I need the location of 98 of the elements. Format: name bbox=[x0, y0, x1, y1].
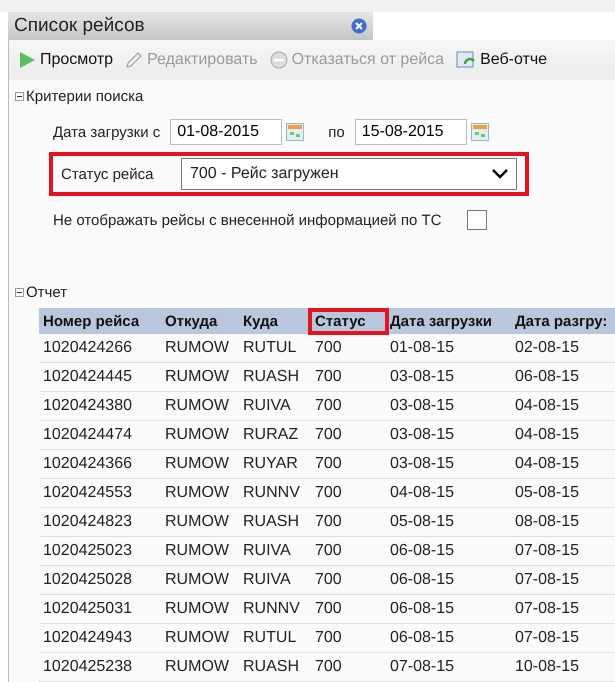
table-cell: 1020424445 bbox=[39, 362, 161, 392]
table-cell: RUMOW bbox=[161, 478, 239, 508]
table-cell: 1020424943 bbox=[39, 624, 161, 652]
table-cell: 700 bbox=[311, 450, 386, 478]
table-cell: 700 bbox=[311, 508, 386, 536]
chevron-down-icon bbox=[492, 169, 508, 179]
table-cell: RURAZ bbox=[239, 420, 311, 450]
column-header[interactable]: Куда bbox=[239, 310, 311, 332]
table-cell: 07-08-15 bbox=[511, 624, 615, 652]
table-cell: 1020424366 bbox=[39, 450, 161, 478]
toolbar-button[interactable]: Веб-отче bbox=[453, 48, 550, 72]
table-cell: 05-08-15 bbox=[386, 508, 511, 536]
table-cell: 700 bbox=[311, 420, 386, 450]
table-cell: 700 bbox=[311, 362, 386, 392]
section-title: Отчет bbox=[26, 284, 68, 300]
table-cell: 07-08-15 bbox=[386, 652, 511, 682]
table-cell: RUMOW bbox=[161, 334, 239, 362]
table-cell: 07-08-15 bbox=[511, 594, 615, 624]
column-header[interactable]: Номер рейса bbox=[39, 310, 161, 332]
field-label: по bbox=[328, 124, 345, 140]
table-cell: RUASH bbox=[239, 652, 311, 682]
table-cell: 1020425031 bbox=[39, 594, 161, 624]
checkbox[interactable] bbox=[467, 210, 488, 230]
table-cell: 700 bbox=[311, 478, 386, 508]
column-header[interactable]: Откуда bbox=[161, 310, 239, 332]
toolbar-button[interactable]: Просмотр bbox=[15, 49, 116, 71]
table-cell: RUMOW bbox=[161, 536, 239, 566]
table-cell: 1020424266 bbox=[39, 334, 161, 362]
table-cell: 700 bbox=[311, 624, 386, 652]
table-cell: 1020425023 bbox=[39, 536, 161, 566]
table-cell: 1020424553 bbox=[39, 478, 161, 508]
table-cell: RUMOW bbox=[161, 652, 239, 682]
report-icon bbox=[456, 50, 476, 70]
table-cell: 02-08-15 bbox=[511, 334, 615, 362]
table-cell: 1020425238 bbox=[39, 652, 161, 682]
table-cell: RUMOW bbox=[161, 362, 239, 392]
table-cell: 1020424823 bbox=[39, 508, 161, 536]
table-cell: RUIVA bbox=[239, 566, 311, 594]
table-cell: 03-08-15 bbox=[386, 450, 511, 478]
table-cell: RUMOW bbox=[161, 392, 239, 420]
table-cell: 03-08-15 bbox=[386, 392, 511, 420]
table-cell: 1020424474 bbox=[39, 420, 161, 450]
table-cell: 03-08-15 bbox=[386, 362, 511, 392]
column-header[interactable]: Дата загрузки bbox=[386, 310, 511, 332]
table-cell: 1020424380 bbox=[39, 392, 161, 420]
table-cell: 06-08-15 bbox=[386, 594, 511, 624]
table-cell: 04-08-15 bbox=[511, 450, 615, 478]
collapse-toggle-icon[interactable] bbox=[15, 288, 24, 296]
status-dropdown[interactable]: 700 - Рейс загружен bbox=[181, 158, 517, 190]
date-field[interactable]: 15-08-2015 bbox=[354, 119, 467, 145]
table-cell: 06-08-15 bbox=[511, 362, 615, 392]
table-cell: RUYAR bbox=[239, 450, 311, 478]
table-cell: RUMOW bbox=[161, 624, 239, 652]
window-title: Список рейсов bbox=[14, 15, 145, 37]
table-cell: 06-08-15 bbox=[386, 536, 511, 566]
table-cell: RUIVA bbox=[239, 536, 311, 566]
table-cell: 04-08-15 bbox=[511, 392, 615, 420]
date-field[interactable]: 01-08-2015 bbox=[170, 119, 282, 145]
section-title: Критерии поиска bbox=[26, 88, 144, 104]
table-cell: 1020425028 bbox=[39, 566, 161, 594]
table-cell: RUNNV bbox=[239, 594, 311, 624]
table-cell: 04-08-15 bbox=[511, 420, 615, 450]
table-cell: 700 bbox=[311, 566, 386, 594]
collapse-toggle-icon[interactable] bbox=[15, 92, 24, 100]
table-cell: RUNNV bbox=[239, 478, 311, 508]
column-header[interactable]: Дата разгру: bbox=[511, 310, 615, 332]
table-cell: 05-08-15 bbox=[511, 478, 615, 508]
table-cell: RUTUL bbox=[239, 334, 311, 362]
table-cell: 07-08-15 bbox=[511, 566, 615, 594]
close-icon[interactable] bbox=[351, 18, 367, 34]
checkbox-label: Не отображать рейсы с внесенной информацией по ТС bbox=[53, 212, 442, 228]
table-cell: 700 bbox=[311, 594, 386, 624]
table-cell: RUTUL bbox=[239, 624, 311, 652]
table-cell: RUASH bbox=[239, 362, 311, 392]
table-cell: 700 bbox=[311, 334, 386, 362]
table-cell: RUMOW bbox=[161, 420, 239, 450]
play-icon bbox=[18, 51, 36, 69]
table-cell: RUMOW bbox=[161, 450, 239, 478]
table-cell: RUMOW bbox=[161, 508, 239, 536]
table-cell: 700 bbox=[311, 652, 386, 682]
table-cell: 07-08-15 bbox=[511, 536, 615, 566]
table-cell: 03-08-15 bbox=[386, 420, 511, 450]
table-cell: 01-08-15 bbox=[386, 334, 511, 362]
field-label: Дата загрузки с bbox=[53, 124, 160, 140]
table-cell: 700 bbox=[311, 392, 386, 420]
table-cell: 06-08-15 bbox=[386, 566, 511, 594]
pencil-icon bbox=[125, 51, 144, 69]
table-cell: 08-08-15 bbox=[511, 508, 615, 536]
table-cell: 04-08-15 bbox=[386, 478, 511, 508]
table-cell: RUMOW bbox=[161, 594, 239, 624]
table-cell: 700 bbox=[311, 536, 386, 566]
table-cell: 06-08-15 bbox=[386, 624, 511, 652]
table-cell: 10-08-15 bbox=[511, 652, 615, 682]
table-cell: RUIVA bbox=[239, 392, 311, 420]
minus-circle-icon bbox=[270, 51, 288, 69]
table-cell: RUASH bbox=[239, 508, 311, 536]
field-label: Статус рейса bbox=[61, 166, 154, 182]
table-cell: RUMOW bbox=[161, 566, 239, 594]
